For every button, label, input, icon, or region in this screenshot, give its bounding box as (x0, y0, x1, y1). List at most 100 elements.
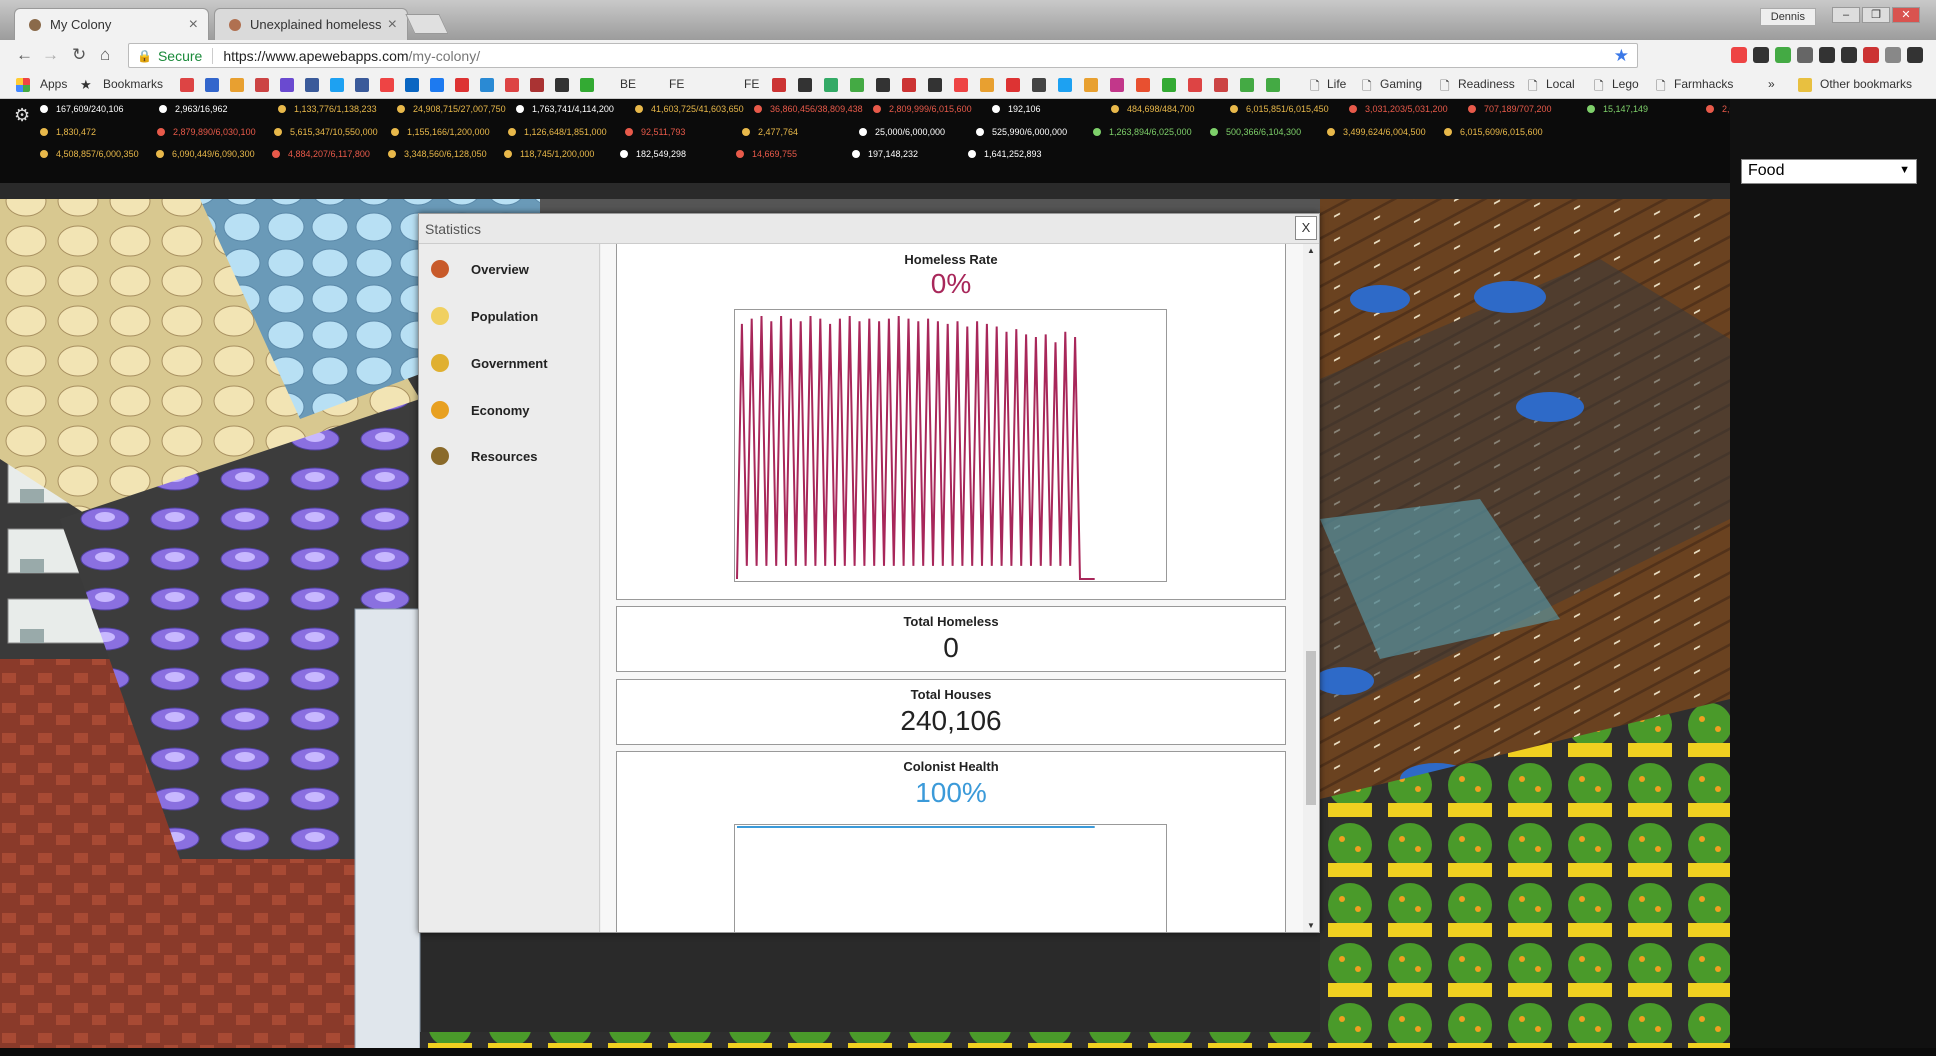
bookmark-readiness[interactable]: Readiness (1458, 77, 1515, 91)
radiation-icon (992, 105, 1000, 113)
url-path: /my-colony/ (408, 47, 481, 64)
bookmarks-overflow-button[interactable]: » (1768, 77, 1775, 91)
address-bar[interactable]: 🔒 Secure https://www.apewebapps.com /my-… (128, 43, 1638, 68)
bookmark-favicon[interactable] (455, 78, 469, 92)
bookmark-favicon[interactable] (954, 78, 968, 92)
bookmark-favicon[interactable] (1006, 78, 1020, 92)
bookmark-favicon[interactable] (355, 78, 369, 92)
bookmark-favicon[interactable] (530, 78, 544, 92)
bookmark-favicon[interactable] (405, 78, 419, 92)
extension-icon[interactable] (1841, 47, 1857, 63)
back-icon[interactable]: ← (16, 45, 33, 65)
bookmark-be[interactable]: BE (620, 77, 636, 91)
bookmark-favicon[interactable] (1084, 78, 1098, 92)
bookmark-favicon[interactable] (305, 78, 319, 92)
bookmark-farmhacks[interactable]: Farmhacks (1674, 77, 1733, 91)
bookmark-favicon[interactable] (902, 78, 916, 92)
bookmark-fe[interactable]: FE (669, 77, 684, 91)
bookmark-bookmarks[interactable]: Bookmarks (103, 77, 163, 91)
bookmark-fe-2[interactable]: FE (744, 77, 759, 91)
bookmark-star-icon[interactable]: ★ (1614, 46, 1629, 66)
bookmark-life[interactable]: Life (1327, 77, 1346, 91)
bookmark-lego[interactable]: Lego (1612, 77, 1639, 91)
nav-item-economy[interactable]: Economy (431, 397, 530, 423)
bookmark-favicon[interactable] (824, 78, 838, 92)
bookmark-local[interactable]: Local (1546, 77, 1575, 91)
extension-icon[interactable] (1731, 47, 1747, 63)
bookmark-favicon[interactable] (798, 78, 812, 92)
extension-icon[interactable] (1863, 47, 1879, 63)
resource-value: 525,990/6,000,000 (992, 127, 1068, 137)
bookmark-favicon[interactable] (480, 78, 494, 92)
scrollbar[interactable]: ▲ ▼ (1303, 244, 1319, 932)
scroll-up-icon[interactable]: ▲ (1307, 246, 1315, 255)
bookmark-apps[interactable]: Apps (40, 77, 67, 91)
scroll-thumb[interactable] (1306, 651, 1316, 805)
bookmark-favicon[interactable] (505, 78, 519, 92)
extension-icon[interactable] (1885, 47, 1901, 63)
bookmark-favicon[interactable] (980, 78, 994, 92)
bookmark-favicon[interactable] (205, 78, 219, 92)
bookmark-favicon[interactable] (1162, 78, 1176, 92)
bookmark-favicon[interactable] (1188, 78, 1202, 92)
close-window-button[interactable]: ✕ (1892, 7, 1920, 23)
bookmark-favicon[interactable] (876, 78, 890, 92)
bookmark-other[interactable]: Other bookmarks (1820, 77, 1912, 91)
extension-icon[interactable] (1753, 47, 1769, 63)
bookmark-gaming[interactable]: Gaming (1380, 77, 1422, 91)
bookmark-favicon[interactable] (330, 78, 344, 92)
card-title: Homeless Rate (904, 252, 998, 267)
maximize-button[interactable]: ❐ (1862, 7, 1890, 23)
bookmark-favicon[interactable] (555, 78, 569, 92)
extension-icon[interactable] (1819, 47, 1835, 63)
minimize-button[interactable]: – (1832, 7, 1860, 23)
bookmark-favicon[interactable] (1240, 78, 1254, 92)
forward-icon[interactable]: → (42, 45, 59, 65)
bookmark-favicon[interactable] (430, 78, 444, 92)
tab-homeless-forum[interactable]: Unexplained homeless s × (214, 8, 408, 40)
fruit-icon (272, 150, 280, 158)
bookmark-favicon[interactable] (255, 78, 269, 92)
bookmark-favicon[interactable] (180, 78, 194, 92)
reload-icon[interactable]: ↻ (72, 45, 86, 65)
folder-icon: 🗋 (1310, 79, 1320, 93)
bookmark-favicon[interactable] (280, 78, 294, 92)
resource-brick: 6,015,851/6,015,450 (1230, 104, 1329, 114)
nav-item-population[interactable]: Population (431, 303, 538, 329)
bookmark-favicon[interactable] (1266, 78, 1280, 92)
close-tab-icon[interactable]: × (388, 16, 397, 34)
robot-icon (620, 150, 628, 158)
category-select[interactable]: Food ▼ (1741, 159, 1917, 184)
profile-button[interactable]: Dennis (1759, 8, 1816, 26)
bookmark-favicon[interactable] (772, 78, 786, 92)
extension-icon[interactable] (1775, 47, 1791, 63)
bookmark-favicon[interactable] (380, 78, 394, 92)
bookmark-favicon[interactable] (1032, 78, 1046, 92)
scroll-down-icon[interactable]: ▼ (1307, 921, 1315, 930)
resource-glass: 4,508,857/6,000,350 (40, 149, 139, 159)
bookmark-favicon[interactable] (1110, 78, 1124, 92)
nav-item-overview[interactable]: Overview (431, 256, 529, 282)
nav-label: Population (471, 308, 539, 324)
extension-icon[interactable] (1907, 47, 1923, 63)
close-tab-icon[interactable]: × (189, 16, 198, 34)
bookmark-favicon[interactable] (1058, 78, 1072, 92)
bookmark-favicon[interactable] (1136, 78, 1150, 92)
bookmark-favicon[interactable] (928, 78, 942, 92)
close-button[interactable]: X (1295, 216, 1317, 240)
home-icon[interactable]: ⌂ (100, 45, 110, 65)
nav-item-government[interactable]: Government (431, 350, 548, 376)
bookmark-favicon[interactable] (1214, 78, 1228, 92)
extension-icon[interactable] (1797, 47, 1813, 63)
bookmark-favicon[interactable] (850, 78, 864, 92)
new-tab-button[interactable] (405, 14, 449, 34)
bookmark-favicon[interactable] (580, 78, 594, 92)
nav-item-resources[interactable]: Resources (431, 443, 537, 469)
bookmark-favicon[interactable] (230, 78, 244, 92)
bean-icon (508, 128, 516, 136)
star-icon: ★ (80, 77, 92, 92)
tab-my-colony[interactable]: My Colony × (14, 8, 209, 40)
settings-gear-icon[interactable]: ⚙ (14, 105, 30, 126)
resource-meat: 1,830,472 (40, 127, 96, 137)
resource-value: 3,499,624/6,004,500 (1343, 127, 1426, 137)
